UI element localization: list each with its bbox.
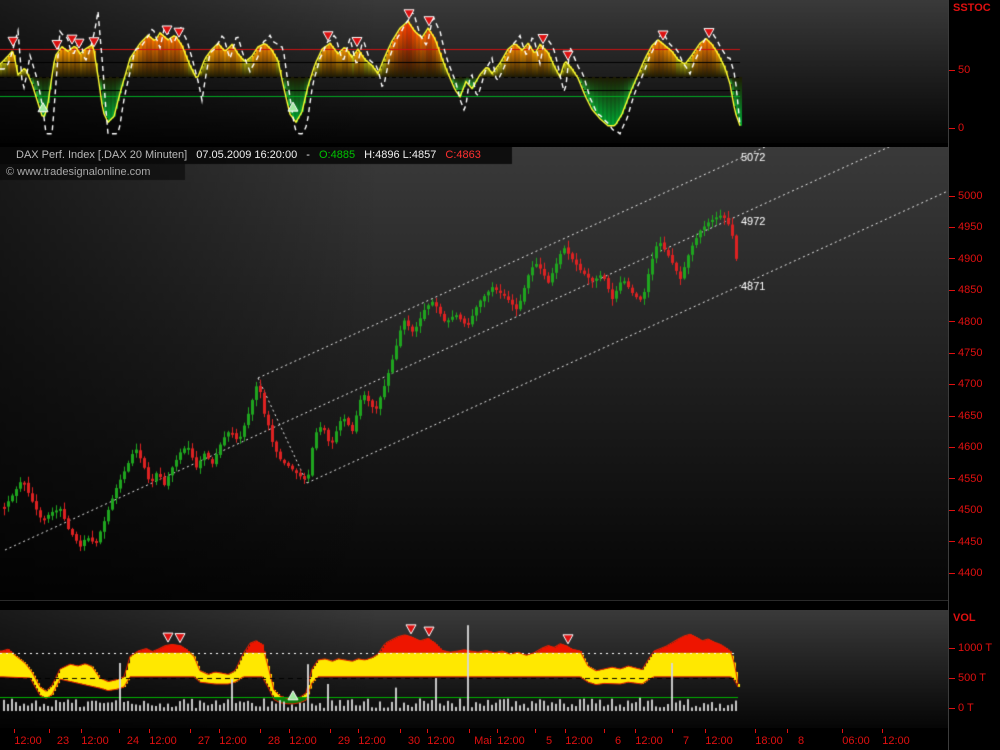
time-axis-tick <box>427 729 428 733</box>
time-axis-tick <box>149 729 150 733</box>
time-axis-tick <box>604 729 605 733</box>
volume-axis-title: VOL <box>953 612 976 624</box>
time-axis-label: 06:00 <box>842 735 870 747</box>
high-low-value: H:4896 L:4857 <box>364 149 436 161</box>
sstoc-axis-title: SSTOC <box>953 2 991 14</box>
time-axis-tick <box>358 729 359 733</box>
copyright-watermark: © www.tradesignalonline.com <box>6 166 150 178</box>
price-axis-tick: 4850 <box>949 284 982 296</box>
time-axis-tick <box>330 729 331 733</box>
price-axis-tick: 4900 <box>949 253 982 265</box>
time-axis-tick <box>219 729 220 733</box>
time-axis-label: 30 <box>408 735 420 747</box>
time-axis-label: 28 <box>268 735 280 747</box>
price-axis-tick: 4600 <box>949 441 982 453</box>
time-axis-label: 12:00 <box>149 735 177 747</box>
time-axis-label: 12:00 <box>565 735 593 747</box>
price-axis-tick: 4400 <box>949 567 982 579</box>
time-axis-tick <box>635 729 636 733</box>
price-axis: 5000 4950 4900 4850 4800 4750 4700 4650 4600 4550… <box>949 147 1000 600</box>
bar-datetime: 07.05.2009 16:20:00 <box>196 149 297 161</box>
volume-axis: VOL 1000 T 500 T 0 T <box>949 610 1000 730</box>
time-axis-tick <box>190 729 191 733</box>
price-axis-tick: 4800 <box>949 316 982 328</box>
price-axis-tick: 4450 <box>949 536 982 548</box>
time-axis-tick <box>81 729 82 733</box>
trading-workspace: DAX Perf. Index [.DAX 20 Minuten] 07.05.… <box>0 0 1000 750</box>
time-axis-tick <box>842 729 843 733</box>
time-axis-label: 12:00 <box>427 735 455 747</box>
price-axis-tick: 4550 <box>949 473 982 485</box>
price-axis-tick: 4750 <box>949 347 982 359</box>
time-axis-tick <box>469 729 470 733</box>
price-axis-tick: 5000 <box>949 190 982 202</box>
price-axis-tick: 4950 <box>949 221 982 233</box>
chart-header: DAX Perf. Index [.DAX 20 Minuten] 07.05.… <box>16 149 487 161</box>
volume-axis-tick: 1000 T <box>949 642 992 654</box>
sstoc-indicator-chart[interactable] <box>0 0 948 143</box>
time-axis-label: 12:00 <box>219 735 247 747</box>
volume-axis-tick: 0 T <box>949 702 974 714</box>
time-axis-tick <box>49 729 50 733</box>
price-axis-tick: 4500 <box>949 504 982 516</box>
time-axis-tick <box>755 729 756 733</box>
time-axis-tick <box>400 729 401 733</box>
time-axis-tick <box>119 729 120 733</box>
time-axis-label: 23 <box>57 735 69 747</box>
time-axis-label: 12:00 <box>358 735 386 747</box>
sstoc-axis: SSTOC 50 0 <box>949 0 1000 143</box>
time-axis-label: 12:00 <box>705 735 733 747</box>
time-axis-label: 12:00 <box>289 735 317 747</box>
time-axis-label: 12:00 <box>14 735 42 747</box>
time-axis-label: 24 <box>127 735 139 747</box>
open-value: O:4885 <box>319 149 355 161</box>
time-axis-label: Mai <box>474 735 492 747</box>
time-axis-tick <box>260 729 261 733</box>
sstoc-axis-tick: 0 <box>949 122 964 134</box>
time-axis-label: 8 <box>798 735 804 747</box>
time-axis-tick <box>14 729 15 733</box>
time-axis-tick <box>705 729 706 733</box>
close-value: C:4863 <box>445 149 480 161</box>
time-axis-label: 12:00 <box>635 735 663 747</box>
time-axis-label: 18:00 <box>755 735 783 747</box>
time-axis-label: 12:00 <box>81 735 109 747</box>
time-axis-label: 27 <box>198 735 210 747</box>
sstoc-axis-tick: 50 <box>949 64 970 76</box>
time-axis-label: 5 <box>546 735 552 747</box>
price-axis-tick: 4700 <box>949 378 982 390</box>
volume-indicator-chart[interactable] <box>0 610 948 730</box>
time-axis-tick <box>497 729 498 733</box>
time-axis[interactable]: 12:00 23 12:00 24 12:00 27 12:00 28 12:00 29 12:00… <box>0 728 948 750</box>
instrument-title: DAX Perf. Index [.DAX 20 Minuten] <box>16 149 187 161</box>
time-axis-tick <box>289 729 290 733</box>
time-axis-tick <box>882 729 883 733</box>
value-axis-column[interactable]: SSTOC 50 0 5000 4950 4900 4850 4800 4750 4700 46… <box>948 0 1000 750</box>
price-chart[interactable] <box>0 147 948 600</box>
time-axis-label: 12:00 <box>882 735 910 747</box>
time-axis-label: 7 <box>683 735 689 747</box>
separator: - <box>306 149 310 161</box>
time-axis-label: 29 <box>338 735 350 747</box>
price-axis-tick: 4650 <box>949 410 982 422</box>
time-axis-label: 6 <box>615 735 621 747</box>
volume-axis-tick: 500 T <box>949 672 986 684</box>
time-axis-tick <box>787 729 788 733</box>
time-axis-tick <box>535 729 536 733</box>
time-axis-tick <box>672 729 673 733</box>
time-axis-tick <box>565 729 566 733</box>
time-axis-label: 12:00 <box>497 735 525 747</box>
